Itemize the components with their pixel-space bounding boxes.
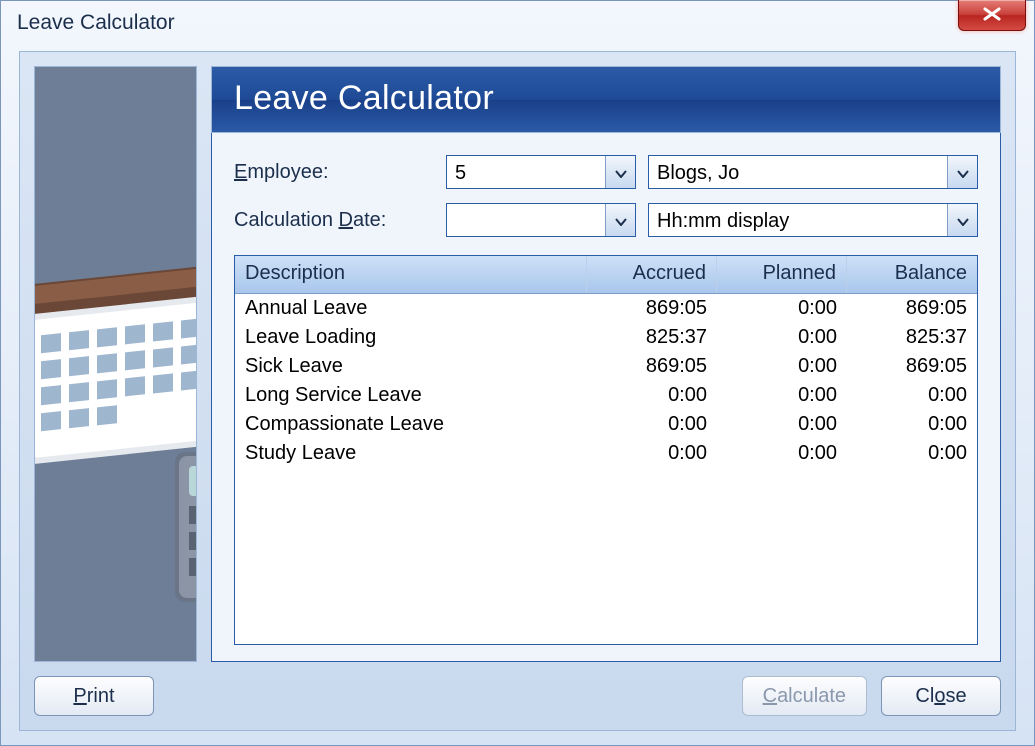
- leave-table: Description Accrued Planned Balance Annu…: [234, 255, 978, 645]
- titlebar[interactable]: Leave Calculator: [1, 1, 1034, 45]
- close-accel: o: [934, 685, 945, 708]
- dialog-footer: Print Calculate Close: [34, 676, 1001, 716]
- calculate-button[interactable]: Calculate: [742, 676, 867, 716]
- calendar-icon: [34, 257, 197, 492]
- cell-description: Sick Leave: [235, 352, 587, 381]
- col-balance[interactable]: Balance: [847, 256, 977, 293]
- dialog-window: Leave Calculator: [0, 0, 1035, 746]
- cell-balance: 825:37: [847, 323, 977, 352]
- col-planned[interactable]: Planned: [717, 256, 847, 293]
- cell-description: Compassionate Leave: [235, 410, 587, 439]
- calculator-icon: [175, 452, 197, 607]
- form-panel: Employee: 5 Blogs, Jo: [211, 133, 1001, 662]
- employee-id-combo[interactable]: 5: [446, 155, 636, 189]
- close-icon: [982, 3, 1002, 27]
- cell-accrued: 869:05: [587, 352, 717, 381]
- print-button[interactable]: Print: [34, 676, 154, 716]
- employee-id-dropdown[interactable]: [605, 156, 635, 188]
- cell-planned: 0:00: [717, 410, 847, 439]
- cell-planned: 0:00: [717, 439, 847, 468]
- cell-accrued: 869:05: [587, 294, 717, 323]
- cell-accrued: 0:00: [587, 439, 717, 468]
- employee-name-value: Blogs, Jo: [649, 156, 947, 188]
- table-header: Description Accrued Planned Balance: [235, 256, 977, 294]
- close-pre: Cl: [915, 685, 934, 708]
- calculate-text: alculate: [777, 685, 846, 708]
- sidebar-illustration: [34, 66, 197, 662]
- table-row[interactable]: Annual Leave869:050:00869:05: [235, 294, 977, 323]
- dialog-body: Leave Calculator Employee: 5: [19, 51, 1016, 731]
- display-format-value: Hh:mm display: [649, 204, 947, 236]
- chevron-down-icon: [615, 209, 627, 232]
- cell-description: Long Service Leave: [235, 381, 587, 410]
- cell-accrued: 0:00: [587, 381, 717, 410]
- chevron-down-icon: [615, 161, 627, 184]
- window-title: Leave Calculator: [17, 11, 175, 35]
- table-row[interactable]: Leave Loading825:370:00825:37: [235, 323, 977, 352]
- cell-description: Annual Leave: [235, 294, 587, 323]
- main-panel: Leave Calculator Employee: 5: [211, 66, 1001, 662]
- col-accrued[interactable]: Accrued: [587, 256, 717, 293]
- table-row[interactable]: Long Service Leave0:000:000:00: [235, 381, 977, 410]
- chevron-down-icon: [957, 209, 969, 232]
- calculation-date-combo[interactable]: [446, 203, 636, 237]
- content-row: Leave Calculator Employee: 5: [34, 66, 1001, 662]
- print-text: rint: [87, 685, 115, 708]
- cell-accrued: 0:00: [587, 410, 717, 439]
- cell-planned: 0:00: [717, 323, 847, 352]
- calculate-accel: C: [763, 685, 777, 708]
- window-close-button[interactable]: [958, 0, 1026, 31]
- display-format-combo[interactable]: Hh:mm display: [648, 203, 978, 237]
- calculation-date-dropdown[interactable]: [605, 204, 635, 236]
- table-row[interactable]: Sick Leave869:050:00869:05: [235, 352, 977, 381]
- employee-name-combo[interactable]: Blogs, Jo: [648, 155, 978, 189]
- employee-id-value: 5: [447, 156, 605, 188]
- date-label-pre: Calculation: [234, 209, 339, 231]
- employee-name-dropdown[interactable]: [947, 156, 977, 188]
- cell-description: Study Leave: [235, 439, 587, 468]
- print-accel: P: [73, 685, 86, 708]
- form-grid: Employee: 5 Blogs, Jo: [234, 155, 978, 237]
- cell-balance: 869:05: [847, 294, 977, 323]
- panel-heading: Leave Calculator: [211, 66, 1001, 133]
- close-button[interactable]: Close: [881, 676, 1001, 716]
- date-label-rest: ate:: [353, 209, 386, 231]
- cell-balance: 0:00: [847, 439, 977, 468]
- cell-balance: 869:05: [847, 352, 977, 381]
- table-body: Annual Leave869:050:00869:05Leave Loadin…: [235, 294, 977, 644]
- employee-label-text: mployee:: [247, 161, 328, 183]
- calculation-date-value: [447, 204, 605, 236]
- cell-accrued: 825:37: [587, 323, 717, 352]
- cell-planned: 0:00: [717, 352, 847, 381]
- table-row[interactable]: Study Leave0:000:000:00: [235, 439, 977, 468]
- date-label-accel: D: [339, 209, 353, 231]
- cell-description: Leave Loading: [235, 323, 587, 352]
- table-row[interactable]: Compassionate Leave0:000:000:00: [235, 410, 977, 439]
- chevron-down-icon: [957, 161, 969, 184]
- cell-planned: 0:00: [717, 381, 847, 410]
- calculation-date-label: Calculation Date:: [234, 209, 434, 232]
- col-description[interactable]: Description: [235, 256, 587, 293]
- display-format-dropdown[interactable]: [947, 204, 977, 236]
- cell-planned: 0:00: [717, 294, 847, 323]
- employee-label: Employee:: [234, 161, 434, 184]
- cell-balance: 0:00: [847, 381, 977, 410]
- close-rest: se: [945, 685, 966, 708]
- employee-label-accel: E: [234, 161, 247, 183]
- cell-balance: 0:00: [847, 410, 977, 439]
